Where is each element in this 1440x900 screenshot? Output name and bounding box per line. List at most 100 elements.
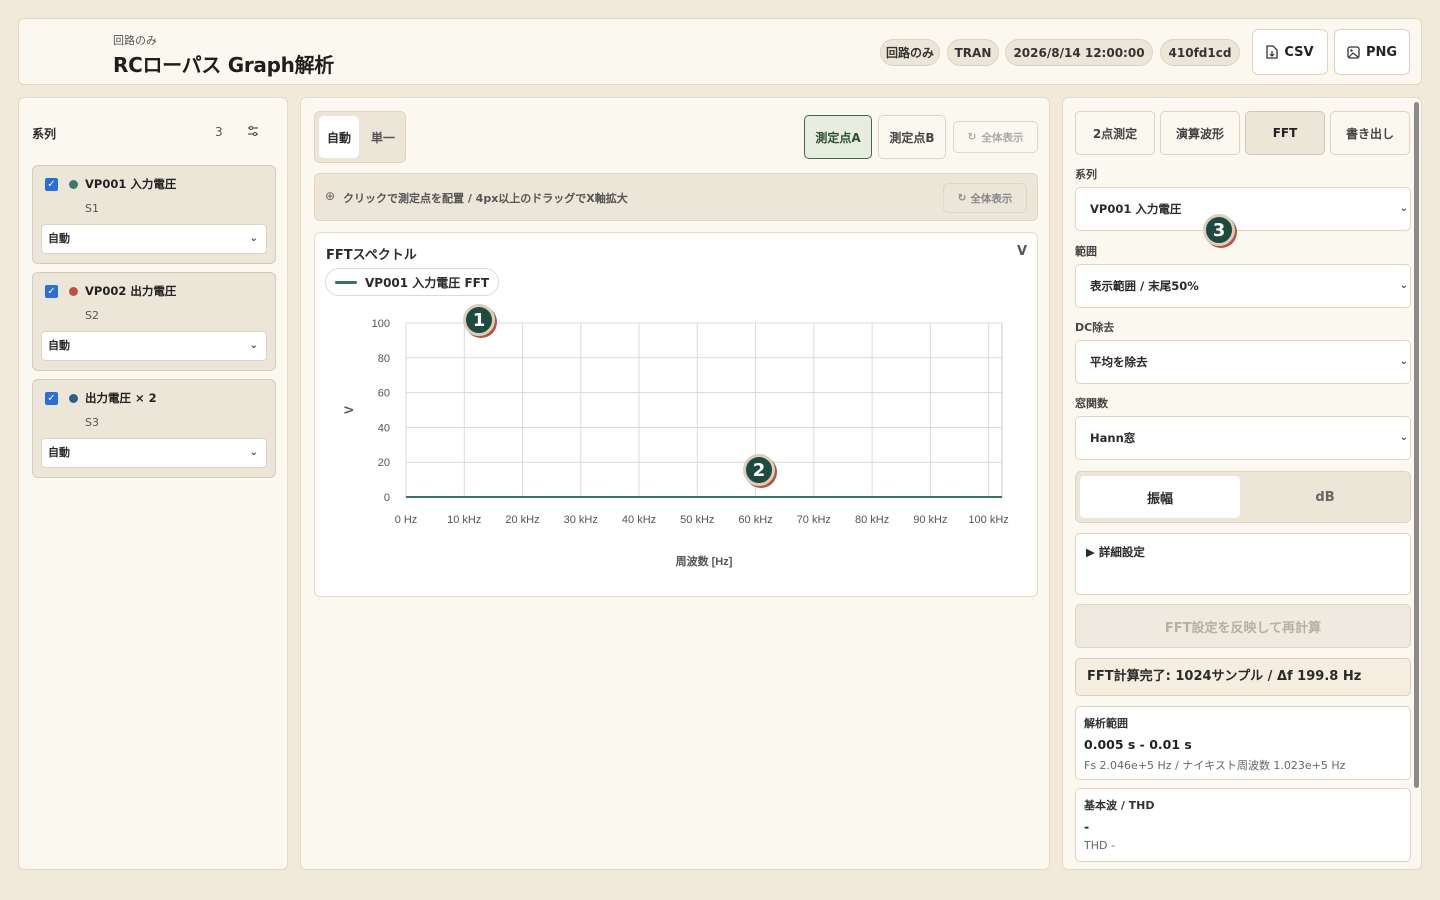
- chart-panel: 自動 単一 測定点A 測定点B ↻ 全体表示 ⊕ クリックで測定点を配置 / 4p…: [300, 97, 1050, 870]
- x-tick-label: 80 kHz: [855, 514, 889, 526]
- series-color-dot: [69, 287, 78, 296]
- settings-sliders-icon[interactable]: [247, 125, 259, 140]
- y-tick-label: 100: [372, 318, 390, 330]
- series-checkbox[interactable]: ✓: [45, 285, 58, 298]
- point-b-button[interactable]: 測定点B: [878, 115, 946, 159]
- series-code: S2: [85, 309, 99, 322]
- dc-field-label: DC除去: [1075, 321, 1115, 334]
- analysis-range-detail: Fs 2.046e+5 Hz / ナイキスト周波数 1.023e+5 Hz: [1084, 759, 1346, 772]
- chevron-down-icon: ⌄: [1399, 432, 1408, 443]
- point-a-button[interactable]: 測定点A: [804, 115, 872, 159]
- series-checkbox[interactable]: ✓: [45, 392, 58, 405]
- series-color-dot: [69, 180, 78, 189]
- series-axis-select[interactable]: 自動 ⌄: [41, 224, 267, 254]
- app-header: 回路のみ RCローパス Graph解析 回路のみ TRAN 2026/8/14 …: [18, 18, 1422, 85]
- y-tick-label: 60: [378, 388, 390, 400]
- tab-two-point[interactable]: 2点測定: [1075, 111, 1155, 155]
- hint-fit-all-button[interactable]: ↻ 全体表示: [943, 183, 1027, 213]
- annotation-marker-1: 1: [463, 304, 495, 336]
- reset-icon: ↻: [957, 192, 967, 204]
- annotation-marker-2: 2: [743, 454, 775, 486]
- fft-chart-card: 0 Hz 10 kHz 20 kHz 30 kHz 40 kHz 50 kHz 60 kHz…: [314, 232, 1038, 597]
- chart-title: FFTスペクトル: [326, 248, 417, 263]
- x-tick-label: 20 kHz: [505, 514, 539, 526]
- x-tick-label: 30 kHz: [564, 514, 598, 526]
- timestamp-badge: 2026/8/14 12:00:00: [1005, 39, 1153, 66]
- fft-series-select[interactable]: VP001 入力電圧 ⌄: [1075, 187, 1411, 231]
- series-panel-title: 系列: [32, 127, 57, 141]
- export-png-button[interactable]: PNG: [1334, 29, 1410, 75]
- file-icon: [1266, 45, 1279, 59]
- fft-settings-panel: 2点測定 演算波形 FFT 書き出し 系列 VP001 入力電圧 ⌄ 範囲 表示範…: [1062, 97, 1422, 870]
- annotation-marker-3: 3: [1203, 214, 1235, 246]
- series-axis-select[interactable]: 自動 ⌄: [41, 331, 267, 361]
- mode-single-button[interactable]: 単一: [363, 116, 403, 158]
- y-axis-label: V: [342, 406, 356, 414]
- range-field-label: 範囲: [1075, 245, 1097, 258]
- y-tick-label: 40: [378, 422, 390, 434]
- chart-legend[interactable]: VP001 入力電圧 FFT: [325, 268, 500, 296]
- chevron-down-icon: ⌄: [1399, 356, 1408, 367]
- thd-value: -: [1084, 819, 1090, 834]
- hash-badge: 410fd1cd: [1160, 39, 1240, 66]
- chart-unit: V: [1016, 244, 1027, 259]
- chevron-down-icon: ⌄: [249, 340, 258, 351]
- hint-text: クリックで測定点を配置 / 4px以上のドラッグでX軸拡大: [343, 192, 628, 205]
- chevron-down-icon: ⌄: [1399, 203, 1408, 214]
- tool-tabs: 2点測定 演算波形 FFT 書き出し: [1075, 111, 1411, 155]
- series-count: 3: [215, 125, 223, 139]
- series-checkbox[interactable]: ✓: [45, 178, 58, 191]
- series-card-s1[interactable]: ✓ VP001 入力電圧 S1 自動 ⌄: [32, 165, 276, 264]
- window-field-label: 窓関数: [1075, 397, 1108, 410]
- panel-scrollbar[interactable]: [1414, 102, 1419, 788]
- scale-amplitude-button[interactable]: 振幅: [1080, 476, 1240, 518]
- y-tick-label: 80: [378, 353, 390, 365]
- series-card-s2[interactable]: ✓ VP002 出力電圧 S2 自動 ⌄: [32, 272, 276, 371]
- x-tick-label: 10 kHz: [447, 514, 481, 526]
- series-name: 出力電圧 × 2: [85, 391, 157, 405]
- thd-title: 基本波 / THD: [1084, 799, 1155, 812]
- x-tick-label: 40 kHz: [622, 514, 656, 526]
- advanced-settings-toggle[interactable]: ▶ 詳細設定: [1075, 533, 1411, 595]
- chevron-down-icon: ⌄: [249, 233, 258, 244]
- series-color-dot: [69, 394, 78, 403]
- x-axis-label: 周波数 [Hz]: [676, 554, 733, 568]
- window-function-select[interactable]: Hann窓 ⌄: [1075, 416, 1411, 460]
- dc-removal-select[interactable]: 平均を除去 ⌄: [1075, 340, 1411, 384]
- tab-export[interactable]: 書き出し: [1330, 111, 1410, 155]
- analysis-range-title: 解析範囲: [1084, 717, 1128, 730]
- png-label: PNG: [1365, 44, 1398, 60]
- series-panel: 系列 3 ✓ VP001 入力電圧 S1 自動 ⌄ ✓ VP002 出力電圧 S2…: [18, 97, 288, 870]
- legend-label: VP001 入力電圧 FFT: [365, 275, 490, 290]
- export-csv-button[interactable]: CSV: [1252, 29, 1328, 75]
- thd-detail: THD -: [1084, 839, 1115, 852]
- scope-badge: 回路のみ: [880, 39, 940, 66]
- image-icon: [1347, 45, 1360, 59]
- scale-toggle: 振幅 dB: [1075, 471, 1411, 523]
- legend-line-swatch: [335, 280, 357, 284]
- zoom-icon: ⊕: [325, 189, 336, 203]
- chevron-down-icon: ⌄: [249, 447, 258, 458]
- mode-auto-button[interactable]: 自動: [319, 116, 359, 158]
- x-tick-label: 100 kHz: [968, 514, 1008, 526]
- tab-fft[interactable]: FFT: [1245, 111, 1325, 155]
- thd-card: 基本波 / THD - THD -: [1075, 788, 1411, 862]
- recalculate-button[interactable]: FFT設定を反映して再計算: [1075, 604, 1411, 648]
- scale-db-button[interactable]: dB: [1244, 476, 1406, 518]
- series-name: VP001 入力電圧: [85, 177, 177, 191]
- series-card-s3[interactable]: ✓ 出力電圧 × 2 S3 自動 ⌄: [32, 379, 276, 478]
- x-tick-label: 60 kHz: [738, 514, 772, 526]
- x-tick-label: 0 Hz: [395, 514, 418, 526]
- y-tick-label: 20: [378, 457, 390, 469]
- fft-range-select[interactable]: 表示範囲 / 末尾50% ⌄: [1075, 264, 1411, 308]
- x-tick-label: 50 kHz: [680, 514, 714, 526]
- fit-all-button[interactable]: ↻ 全体表示: [953, 121, 1038, 153]
- y-tick-label: 0: [384, 492, 390, 504]
- analysis-type-badge: TRAN: [947, 39, 999, 66]
- series-code: S1: [85, 202, 99, 215]
- tab-computed-wave[interactable]: 演算波形: [1160, 111, 1240, 155]
- page-title: RCローパス Graph解析: [113, 53, 334, 77]
- analysis-range-value: 0.005 s - 0.01 s: [1084, 737, 1192, 752]
- series-axis-select[interactable]: 自動 ⌄: [41, 438, 267, 468]
- fft-status-message: FFT計算完了: 1024サンプル / Δf 199.8 Hz: [1075, 658, 1411, 696]
